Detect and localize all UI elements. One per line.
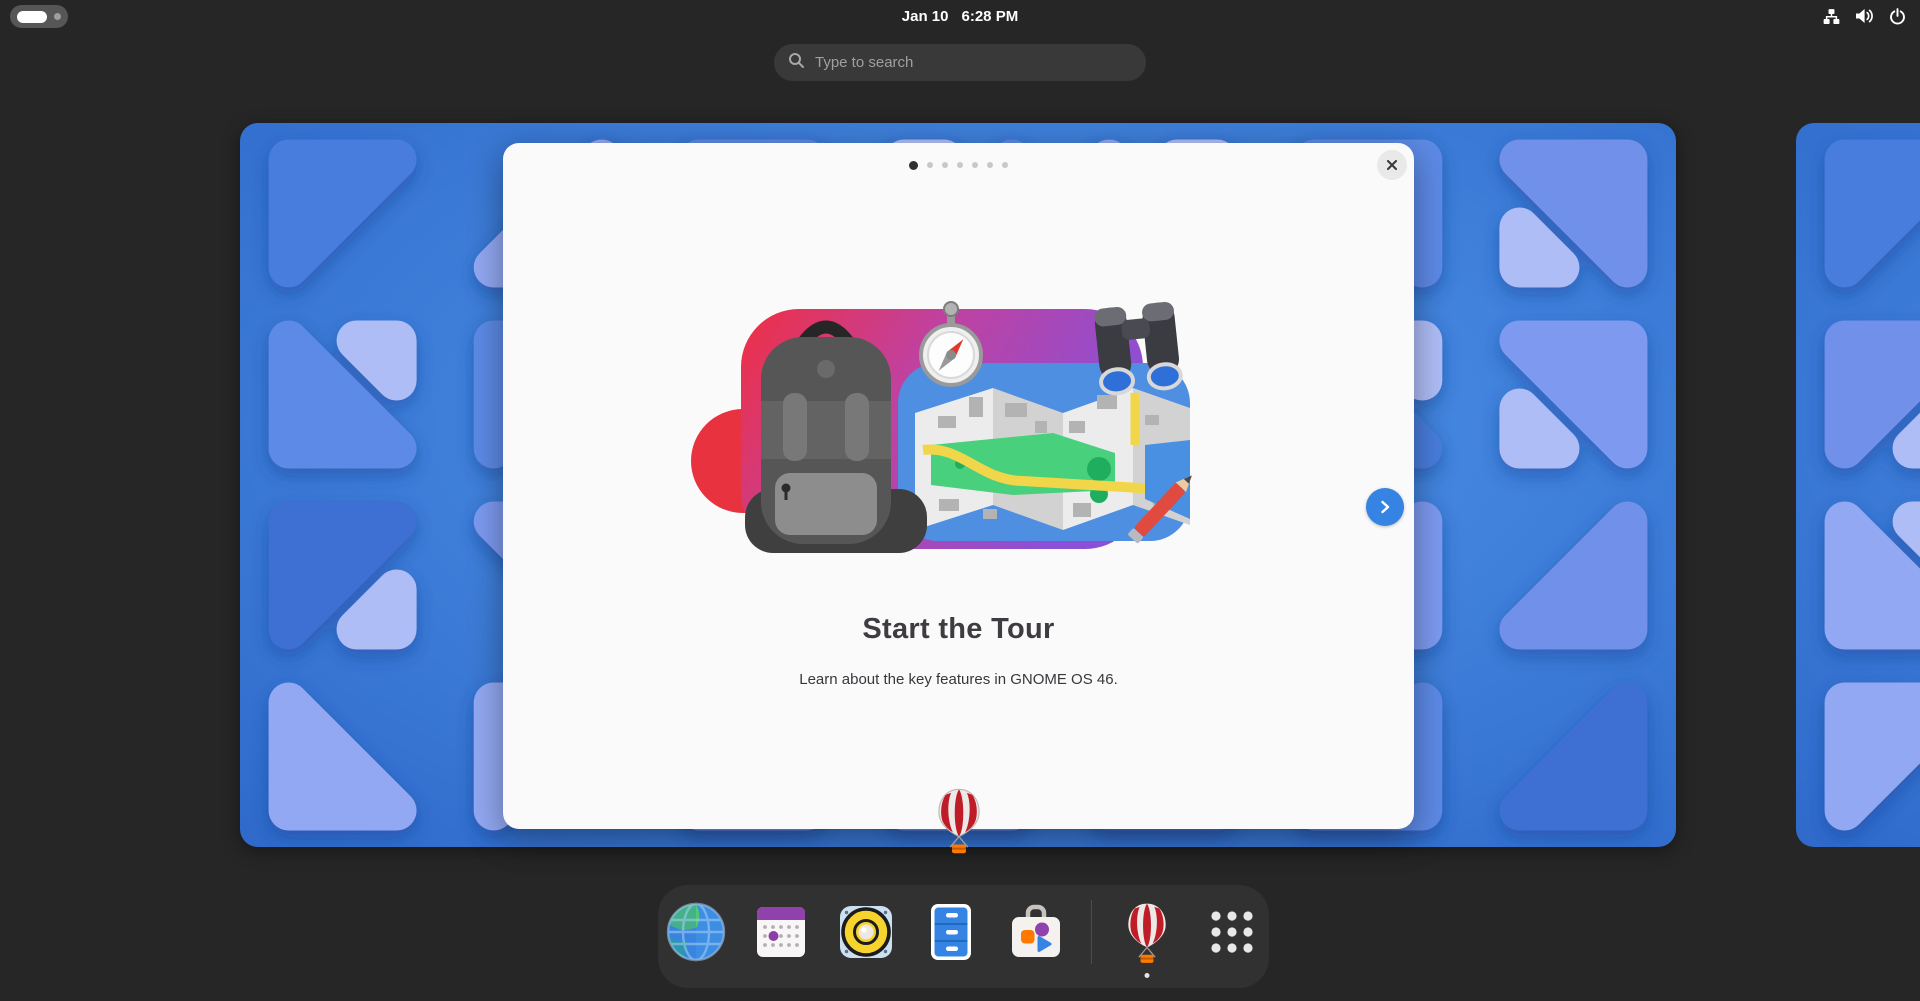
tour-dialog: Start the Tour Learn about the key featu… [503, 143, 1414, 829]
page-dot-5[interactable] [972, 162, 978, 168]
running-indicator [1144, 973, 1149, 978]
dock-item-speaker[interactable] [834, 900, 898, 980]
search-icon [788, 52, 805, 74]
dock-item-calendar[interactable] [749, 900, 813, 980]
workspace-active-pill[interactable] [17, 11, 47, 23]
app-grid-button[interactable] [1200, 900, 1264, 980]
dock-item-tour[interactable] [1115, 900, 1179, 980]
clock-date: Jan 10 [902, 8, 949, 25]
top-bar: Jan 10 6:28 PM [0, 0, 1920, 32]
page-dot-1[interactable] [909, 161, 918, 170]
clock[interactable]: Jan 10 6:28 PM [902, 0, 1018, 32]
hot-air-balloon-icon [1121, 900, 1173, 964]
page-dots [503, 157, 1414, 173]
network-wired-icon [1823, 8, 1840, 25]
close-button[interactable] [1377, 150, 1407, 180]
search-placeholder: Type to search [815, 54, 913, 71]
tour-illustration [683, 293, 1213, 563]
dock [658, 885, 1269, 988]
clock-time: 6:28 PM [962, 8, 1019, 25]
close-icon [1386, 159, 1398, 171]
speaker-icon [834, 900, 898, 964]
volume-icon [1855, 8, 1874, 24]
web-browser-globe-icon [664, 900, 728, 964]
dock-item-web-browser[interactable] [664, 900, 728, 980]
dock-item-file-cabinet[interactable] [919, 900, 983, 980]
tour-title: Start the Tour [503, 613, 1414, 646]
workspace-dot[interactable] [54, 13, 61, 20]
page-dot-2[interactable] [927, 162, 933, 168]
wallpaper [1796, 123, 1920, 847]
calendar-icon [749, 900, 813, 964]
page-dot-6[interactable] [987, 162, 993, 168]
next-button[interactable] [1366, 488, 1404, 526]
chevron-right-icon [1378, 500, 1392, 514]
file-cabinet-icon [919, 900, 983, 964]
map-illustration [915, 388, 1190, 530]
dock-item-software[interactable] [1004, 900, 1068, 980]
workspace-thumbnail-next[interactable] [1796, 123, 1920, 847]
hot-air-balloon [931, 782, 987, 858]
software-bag-icon [1004, 900, 1068, 964]
app-grid-icon [1200, 900, 1264, 964]
tour-subtitle: Learn about the key features in GNOME OS… [503, 671, 1414, 688]
page-dot-4[interactable] [957, 162, 963, 168]
system-status-area[interactable] [1823, 0, 1906, 32]
power-icon [1889, 8, 1906, 25]
search-input[interactable]: Type to search [774, 44, 1146, 81]
workspace-indicator[interactable] [10, 5, 68, 28]
dock-separator [1091, 900, 1092, 964]
page-dot-3[interactable] [942, 162, 948, 168]
page-dot-7[interactable] [1002, 162, 1008, 168]
